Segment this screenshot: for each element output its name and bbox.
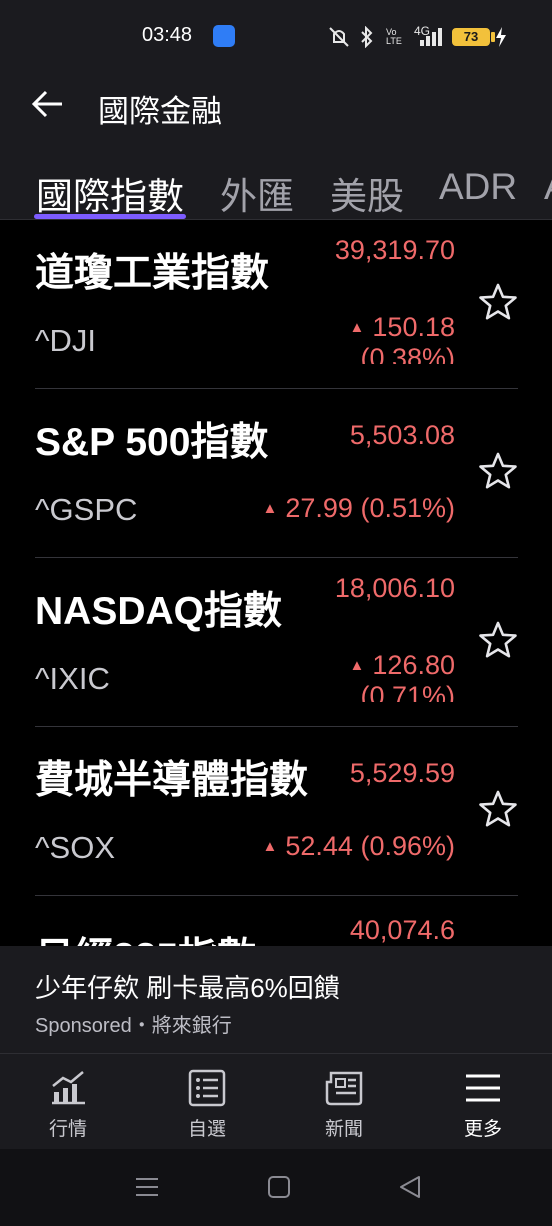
status-time: 03:48 [142, 24, 193, 46]
signal-icon [420, 28, 442, 46]
nav-label: 自選 [187, 1119, 226, 1140]
change-value: 52.44 [285, 831, 353, 861]
news-icon [325, 1071, 363, 1106]
index-price: 5,503.08 [349, 420, 455, 450]
watchlist-icon [188, 1069, 226, 1107]
index-symbol: ^SOX [35, 830, 116, 865]
star-icon[interactable] [478, 620, 518, 660]
nav-item-quotes[interactable]: 行情 [18, 1068, 118, 1141]
active-tab-indicator [34, 214, 186, 219]
star-icon[interactable] [478, 451, 518, 491]
list-item-dji[interactable]: 道瓊工業指數 ^DJI 39,319.70 ▲ 150.18 (0.38%) [0, 220, 552, 389]
bottom-nav: 行情 自選 新聞 更多 [0, 1053, 552, 1149]
index-price: 40,074.6 [349, 915, 455, 945]
index-name: 費城半導體指數 [35, 759, 309, 802]
back-arrow-icon[interactable] [30, 86, 66, 122]
change-percent: (0.96%) [360, 831, 455, 861]
nav-item-more[interactable]: 更多 [433, 1068, 533, 1141]
status-bar: 03:48 Vo LTE 4G 73 [0, 0, 552, 72]
app-header: 國際金融 [0, 72, 552, 146]
list-item-sox[interactable]: 費城半導體指數 ^SOX 5,529.59 ▲ 52.44 (0.96%) [0, 727, 552, 896]
sponsored-ad[interactable]: 少年仔欸 刷卡最高6%回饋 Sponsored・將來銀行 [0, 946, 552, 1053]
battery-icon: 73 [452, 28, 490, 46]
change-value: 27.99 [285, 493, 353, 523]
chart-icon [52, 1071, 85, 1105]
index-price: 5,529.59 [349, 758, 455, 788]
menu-icon [466, 1074, 500, 1102]
ad-title[interactable]: 少年仔欸 刷卡最高6%回饋 [35, 968, 340, 1005]
tab-adr[interactable]: ADR [439, 166, 517, 208]
index-price: 39,319.70 [334, 235, 455, 265]
tab-more-cut-off[interactable]: A [544, 166, 552, 208]
list-item-gspc[interactable]: S&P 500指數 ^GSPC 5,503.08 ▲ 27.99 (0.51%) [0, 389, 552, 558]
list-item-n225[interactable]: 日經225指數 40,074.6 [0, 896, 552, 946]
index-price: 18,006.10 [334, 573, 455, 603]
index-name: 日經225指數 [35, 926, 256, 946]
index-change: ▲ 150.18 (0.38%) [327, 312, 455, 364]
up-triangle-icon: ▲ [349, 319, 365, 336]
home-icon[interactable] [266, 1174, 292, 1200]
up-triangle-icon: ▲ [349, 657, 365, 674]
system-nav-bar [0, 1149, 552, 1226]
volte-label: Vo LTE [386, 27, 402, 46]
change-value: 150.18 [372, 312, 455, 342]
index-name: S&P 500指數 [35, 421, 269, 464]
index-symbol: ^GSPC [35, 492, 138, 527]
nav-label: 新聞 [324, 1119, 363, 1140]
up-triangle-icon: ▲ [262, 500, 278, 517]
tab-international-indices[interactable]: 國際指數 [36, 166, 184, 219]
up-triangle-icon: ▲ [262, 838, 278, 855]
change-percent: (0.38%) [360, 343, 455, 364]
nav-label: 更多 [463, 1119, 502, 1140]
tab-us-stocks[interactable]: 美股 [330, 166, 404, 219]
change-percent: (0.71%) [360, 681, 455, 702]
category-tabs: 國際指數 外匯 美股 ADR A [0, 146, 552, 220]
index-list[interactable]: 道瓊工業指數 ^DJI 39,319.70 ▲ 150.18 (0.38%) S&… [0, 220, 552, 946]
nav-label: 行情 [48, 1119, 87, 1140]
star-icon[interactable] [478, 789, 518, 829]
index-symbol: ^DJI [35, 323, 97, 358]
index-change: ▲ 27.99 (0.51%) [263, 493, 456, 524]
star-icon[interactable] [478, 282, 518, 322]
bluetooth-icon [361, 26, 373, 48]
nav-item-watchlist[interactable]: 自選 [157, 1068, 257, 1141]
index-name: NASDAQ指數 [35, 590, 283, 633]
recents-icon[interactable] [134, 1174, 160, 1200]
change-value: 126.80 [372, 650, 455, 680]
ad-sponsor: Sponsored・將來銀行 [35, 1015, 232, 1037]
charging-icon [496, 27, 506, 47]
nav-item-news[interactable]: 新聞 [294, 1068, 394, 1141]
list-item-ixic[interactable]: NASDAQ指數 ^IXIC 18,006.10 ▲ 126.80 (0.71%) [0, 558, 552, 727]
index-change: ▲ 126.80 (0.71%) [327, 650, 455, 702]
change-percent: (0.51%) [360, 493, 455, 523]
page-title: 國際金融 [98, 94, 222, 129]
index-name: 道瓊工業指數 [35, 252, 270, 295]
mute-icon [329, 27, 349, 47]
index-change: ▲ 52.44 (0.96%) [263, 831, 456, 862]
index-symbol: ^IXIC [35, 661, 110, 696]
back-triangle-icon[interactable] [397, 1174, 423, 1200]
tab-forex[interactable]: 外匯 [220, 166, 294, 219]
app-notification-icon [213, 25, 235, 47]
